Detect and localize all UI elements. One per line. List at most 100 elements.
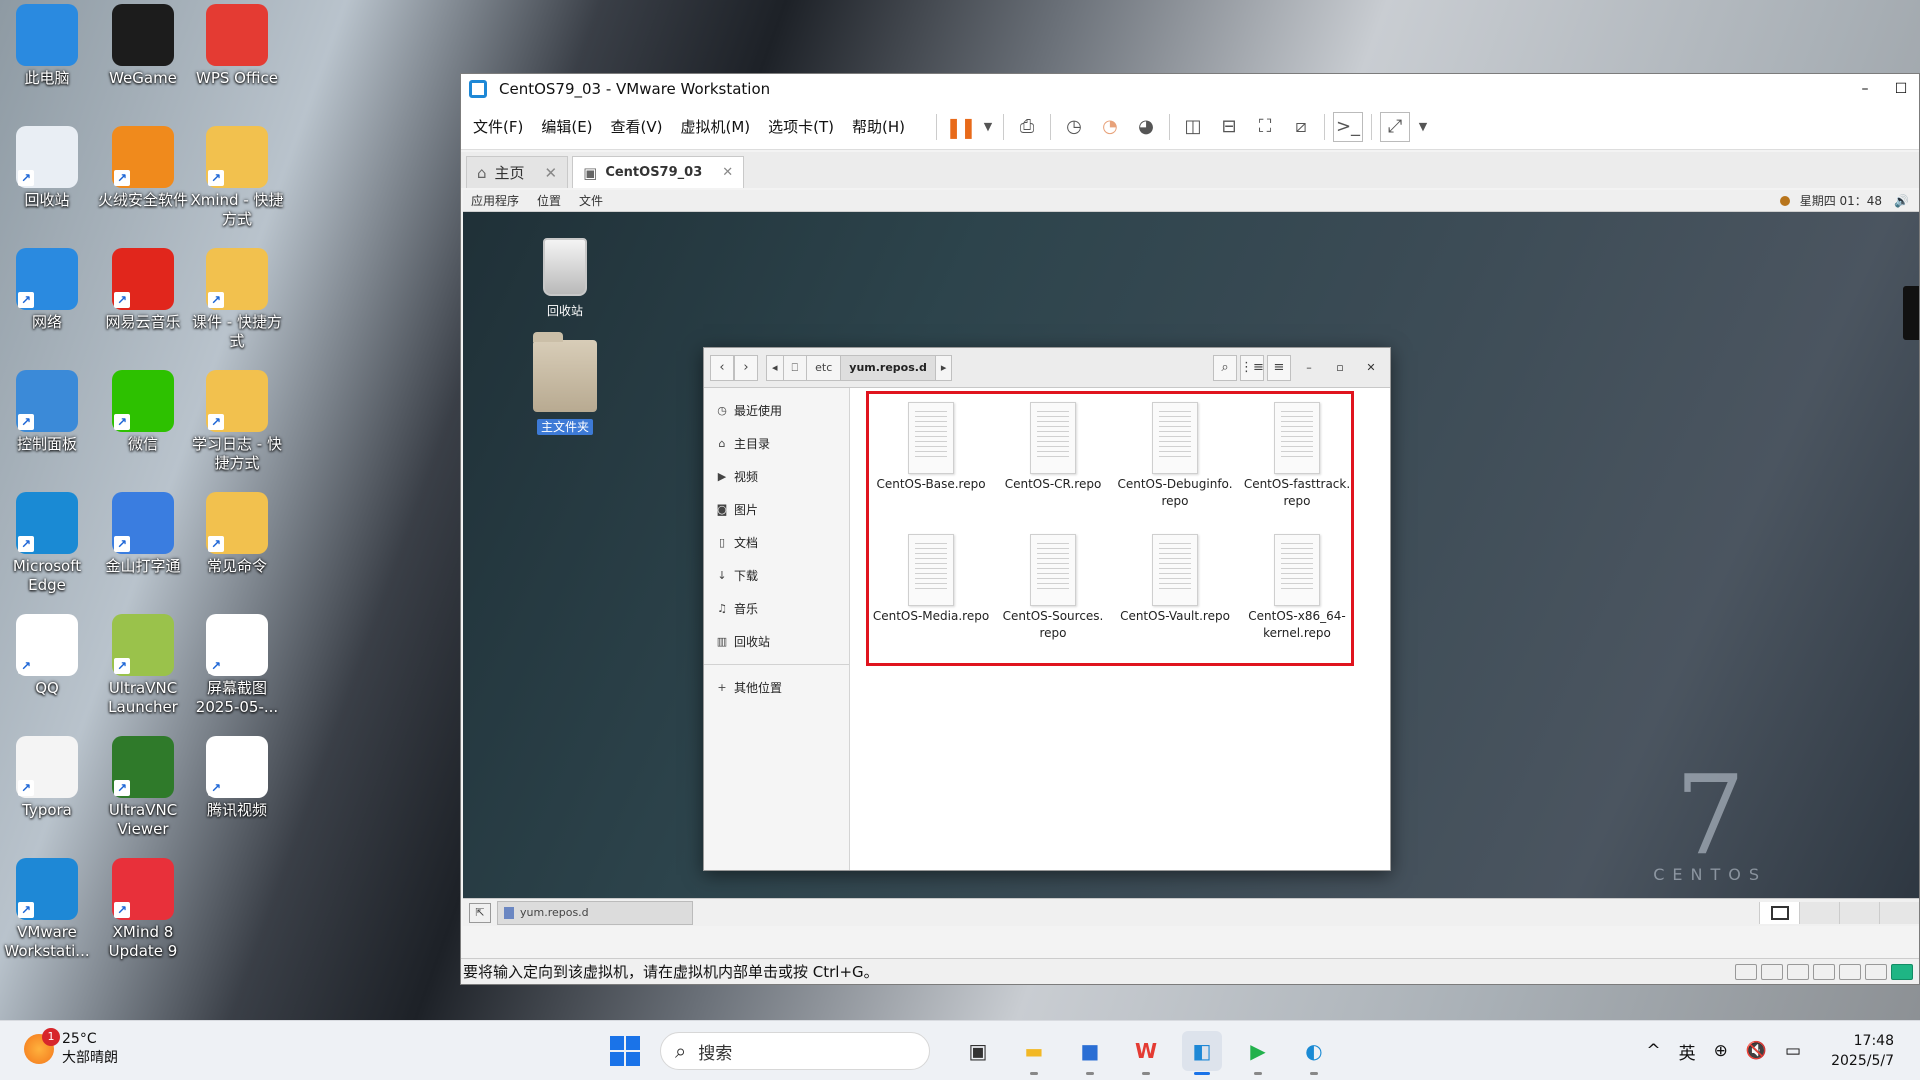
sidebar-item[interactable]: ↓ 下载 xyxy=(704,559,849,592)
usb-icon[interactable] xyxy=(1865,963,1887,980)
globe-icon[interactable]: ⊕ xyxy=(1714,1041,1728,1061)
desktop-icon[interactable]: ↗ 控制面板 xyxy=(0,370,94,454)
desktop-icon[interactable]: ↗ 学习日志 - 快捷方式 xyxy=(190,370,284,473)
workspace-2[interactable] xyxy=(1799,901,1839,924)
menu-tabs[interactable]: 选项卡(T) xyxy=(768,116,834,137)
desktop-icon[interactable]: ↗ 网易云音乐 xyxy=(96,248,190,332)
desktop-icon[interactable]: 此电脑 xyxy=(0,4,94,88)
wps-icon[interactable]: W xyxy=(1126,1031,1166,1075)
vmware-titlebar[interactable]: CentOS79_03 - VMware Workstation – ☐ xyxy=(461,74,1919,104)
menu-vm[interactable]: 虚拟机(M) xyxy=(681,116,751,137)
tray-chevron-icon[interactable]: ^ xyxy=(1646,1041,1660,1061)
minimize-button[interactable]: – xyxy=(1847,74,1883,104)
workspace-1[interactable] xyxy=(1759,901,1799,924)
system-clock[interactable]: 17:48 2025/5/7 xyxy=(1831,1031,1894,1071)
desktop-icon[interactable]: ↗ Xmind - 快捷方式 xyxy=(190,126,284,229)
desktop-icon[interactable]: ↗ 火绒安全软件 xyxy=(96,126,190,210)
desktop-icon[interactable]: ↗ 网络 xyxy=(0,248,94,332)
menu-files[interactable]: 文件 xyxy=(579,192,603,209)
edge-icon[interactable]: ◐ xyxy=(1294,1031,1334,1075)
view-toggle-icon[interactable]: ⋮≡ xyxy=(1240,354,1264,381)
sound-icon[interactable] xyxy=(1839,963,1861,980)
hamburger-menu-icon[interactable]: ≡ xyxy=(1267,354,1291,381)
breadcrumb-yum-repos-d[interactable]: yum.repos.d xyxy=(841,355,936,380)
printer-icon[interactable] xyxy=(1813,963,1835,980)
tab-centos79-03[interactable]: ▣ CentOS79_03 ✕ xyxy=(572,156,745,188)
guest-desktop-trash[interactable]: 回收站 xyxy=(515,238,615,319)
minimize-icon[interactable]: – xyxy=(1296,355,1322,381)
show-desktop-icon[interactable]: ⇱ xyxy=(469,902,491,923)
mute-icon[interactable]: 🔇 xyxy=(1746,1041,1767,1061)
vmware-icon[interactable]: ◧ xyxy=(1182,1031,1222,1075)
tencent-video-icon[interactable]: ▶ xyxy=(1238,1031,1278,1075)
sidebar-item[interactable]: ◙ 图片 xyxy=(704,493,849,526)
sidebar-item[interactable]: ◷ 最近使用 xyxy=(704,394,849,427)
maximize-button[interactable]: ☐ xyxy=(1883,74,1919,104)
file-explorer-icon[interactable]: ▬ xyxy=(1014,1031,1054,1075)
task-view-icon[interactable]: ▣ xyxy=(958,1031,998,1071)
volume-icon[interactable]: 🔊 xyxy=(1894,194,1909,208)
sidebar-item[interactable]: ▯ 文档 xyxy=(704,526,849,559)
close-icon[interactable]: ✕ xyxy=(1358,355,1384,381)
back-button[interactable]: ‹ xyxy=(710,354,734,381)
maximize-icon[interactable]: ▫ xyxy=(1327,355,1353,381)
desktop-icon[interactable]: ↗ 回收站 xyxy=(0,126,94,210)
weather-widget[interactable]: 1 25°C 大部晴朗 xyxy=(24,1028,118,1067)
desktop-icon[interactable]: ↗ Typora xyxy=(0,736,94,820)
desktop-icon[interactable]: ↗ 金山打字通 xyxy=(96,492,190,576)
file-item[interactable]: CentOS-Vault.repo xyxy=(1114,534,1236,625)
file-item[interactable]: CentOS-Media.repo xyxy=(870,534,992,625)
sidebar-item[interactable]: ♫ 音乐 xyxy=(704,592,849,625)
search-icon[interactable]: ⌕ xyxy=(1213,354,1237,381)
hdd-icon[interactable] xyxy=(1735,963,1757,980)
desktop-icon[interactable]: ↗ Microsoft Edge xyxy=(0,492,94,595)
sidebar-item[interactable]: + 其他位置 xyxy=(704,671,849,704)
desktop-icon[interactable]: ↗ 微信 xyxy=(96,370,190,454)
sidebar-item[interactable]: ▶ 视频 xyxy=(704,460,849,493)
message-log-icon[interactable] xyxy=(1891,963,1913,980)
workspace-3[interactable] xyxy=(1839,901,1879,924)
cd-icon[interactable] xyxy=(1761,963,1783,980)
stretch-view-icon[interactable]: ⤢ xyxy=(1380,111,1411,142)
sidebar-item[interactable]: ⌂ 主目录 xyxy=(704,427,849,460)
pause-icon[interactable]: ❚❚ xyxy=(945,112,977,142)
workspace-4[interactable] xyxy=(1879,901,1919,924)
desktop-icon[interactable]: ↗ UltraVNC Launcher xyxy=(96,614,190,717)
desktop-icon[interactable]: ↗ XMind 8 Update 9 xyxy=(96,858,190,961)
menu-help[interactable]: 帮助(H) xyxy=(852,116,905,137)
forward-button[interactable]: › xyxy=(734,354,758,381)
desktop-icon[interactable]: ↗ VMware Workstati... xyxy=(0,858,94,961)
library-view-icon[interactable]: ◫ xyxy=(1178,112,1208,142)
file-item[interactable]: CentOS-fasttrack. repo xyxy=(1236,402,1358,510)
guest-desktop-home[interactable]: 主文件夹 xyxy=(515,332,615,435)
desktop-icon[interactable]: WPS Office xyxy=(190,4,284,88)
ime-indicator[interactable]: 英 xyxy=(1679,1039,1696,1064)
revert-snapshot-icon[interactable]: ◔ xyxy=(1095,112,1125,142)
desktop-icon[interactable]: ↗ 课件 - 快捷方式 xyxy=(190,248,284,351)
breadcrumb-etc[interactable]: etc xyxy=(807,355,842,380)
send-ctrl-alt-del-icon[interactable]: ⎙ xyxy=(1012,112,1042,142)
taskbar-item-yum-repos-d[interactable]: yum.repos.d xyxy=(497,900,693,925)
stretch-dropdown-icon[interactable]: ▼ xyxy=(1416,112,1430,142)
desktop-icon[interactable]: ↗ 常见命令 xyxy=(190,492,284,576)
menu-edit[interactable]: 编辑(E) xyxy=(541,116,592,137)
menu-applications[interactable]: 应用程序 xyxy=(471,192,519,209)
start-button[interactable] xyxy=(610,1036,640,1066)
thumbnail-bar-icon[interactable]: ⊟ xyxy=(1214,112,1244,142)
file-item[interactable]: CentOS-Base.repo xyxy=(870,402,992,493)
file-item[interactable]: CentOS-Debuginfo. repo xyxy=(1114,402,1236,510)
full-screen-icon[interactable]: ⛶ xyxy=(1250,112,1280,142)
desktop-icon[interactable]: ↗ 屏幕截图 2025-05-... xyxy=(190,614,284,717)
snapshot-manager-icon[interactable]: ◕ xyxy=(1131,112,1161,142)
breadcrumb-root-icon[interactable]: ⎕ xyxy=(783,355,808,380)
vmware-side-handle[interactable] xyxy=(1903,286,1919,340)
desktop-icon[interactable]: WeGame xyxy=(96,4,190,88)
close-tab-icon[interactable]: ✕ xyxy=(545,164,558,182)
breadcrumb-left-arrow[interactable]: ◂ xyxy=(767,355,784,380)
sidebar-item[interactable]: ▥ 回收站 xyxy=(704,625,849,658)
network-adapter-icon[interactable] xyxy=(1787,963,1809,980)
dropdown-arrow-icon[interactable]: ▼ xyxy=(981,112,995,142)
vm-console[interactable]: 应用程序 位置 文件 星期四 01：48 🔊 回收站 主文件夹 7 CENTOS… xyxy=(463,190,1919,926)
taskbar-search[interactable]: ⌕ 搜索 xyxy=(660,1032,930,1070)
desktop-icon[interactable]: ↗ UltraVNC Viewer xyxy=(96,736,190,839)
